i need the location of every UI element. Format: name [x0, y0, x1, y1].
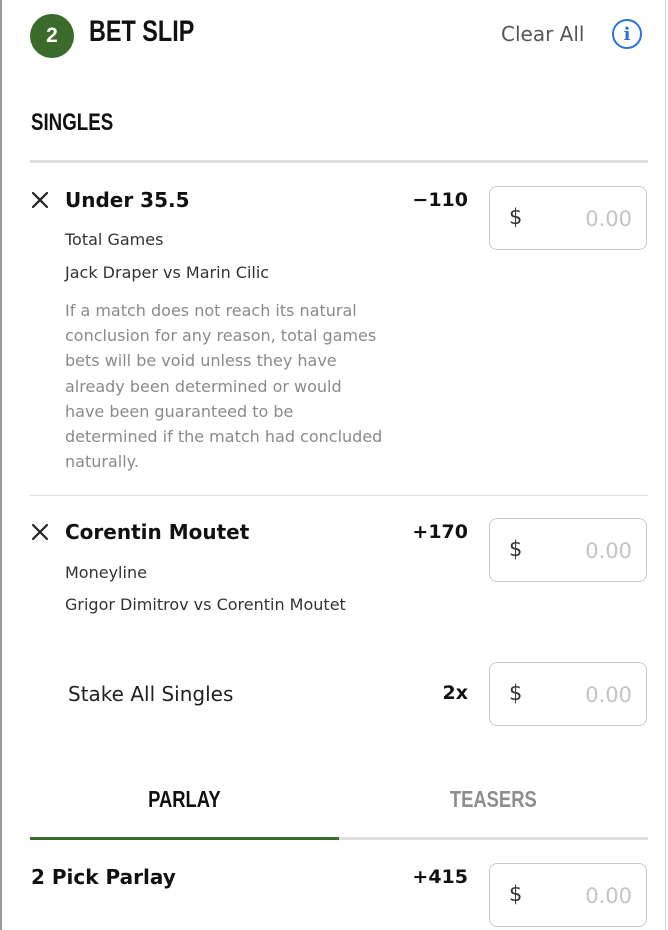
selection-name: Corentin Moutet	[65, 520, 250, 544]
tab-label: TEASERS	[450, 786, 537, 812]
selection-count-badge: 2	[30, 14, 74, 58]
stake-input[interactable]	[530, 203, 634, 235]
selection-odds: +170	[412, 521, 468, 543]
stake-all-singles-label: Stake All Singles	[68, 682, 234, 706]
currency-symbol: $	[509, 681, 523, 705]
stake-input[interactable]	[530, 535, 634, 567]
stake-input-box[interactable]: $	[489, 518, 647, 582]
stake-all-input[interactable]	[530, 679, 634, 711]
clear-all-button[interactable]: Clear All	[501, 22, 584, 46]
currency-symbol: $	[509, 537, 523, 561]
active-tab-indicator	[30, 837, 339, 840]
stake-input-box[interactable]: $	[489, 186, 647, 250]
singles-multiplier: 2x	[442, 682, 468, 704]
singles-heading: SINGLES	[31, 109, 114, 136]
bet-slip-header: 2 BET SLIP Clear All i	[0, 0, 668, 74]
parlay-stake-input-box[interactable]: $	[489, 863, 647, 927]
tab-teasers[interactable]: TEASERS	[339, 786, 648, 813]
stake-all-input-box[interactable]: $	[489, 662, 647, 726]
remove-selection-icon[interactable]	[30, 522, 50, 542]
selection-name: Under 35.5	[65, 188, 190, 212]
tab-label: PARLAY	[148, 786, 221, 812]
selection-event: Jack Draper vs Marin Cilic	[65, 263, 270, 282]
selection-market: Total Games	[65, 230, 164, 249]
parlay-stake-input[interactable]	[530, 880, 634, 912]
selection-odds: −110	[412, 189, 468, 211]
remove-selection-icon[interactable]	[30, 190, 50, 210]
selection-market: Moneyline	[65, 563, 147, 582]
selection-event: Grigor Dimitrov vs Corentin Moutet	[65, 595, 346, 614]
parlay-odds: +415	[412, 866, 468, 888]
currency-symbol: $	[509, 205, 523, 229]
currency-symbol: $	[509, 882, 523, 906]
tab-parlay[interactable]: PARLAY	[30, 786, 339, 813]
selection-rule-note: If a match does not reach its natural co…	[65, 301, 383, 472]
bet-slip-title: BET SLIP	[89, 15, 195, 48]
divider	[30, 495, 648, 496]
divider	[30, 160, 648, 163]
parlay-name: 2 Pick Parlay	[31, 865, 176, 889]
info-icon[interactable]: i	[612, 19, 642, 49]
